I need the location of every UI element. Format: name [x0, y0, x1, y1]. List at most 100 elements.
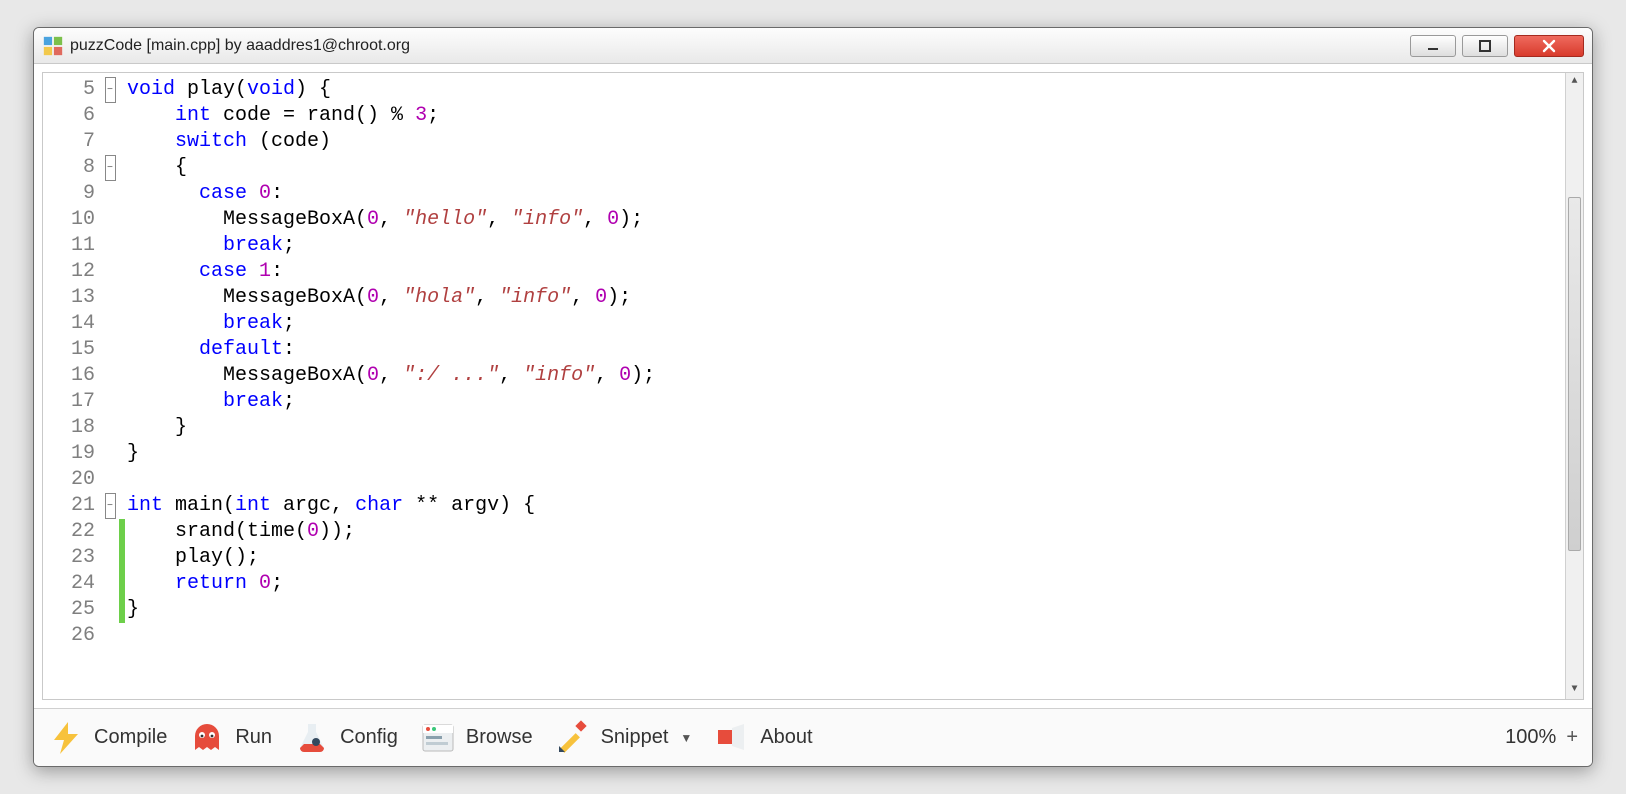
line-number: 10 — [43, 207, 95, 233]
fold-cell — [101, 337, 119, 363]
line-number: 17 — [43, 389, 95, 415]
browse-button[interactable]: Browse — [420, 720, 533, 756]
line-number: 15 — [43, 337, 95, 363]
about-label: About — [760, 726, 812, 749]
scroll-thumb[interactable] — [1568, 197, 1581, 551]
maximize-button[interactable] — [1462, 35, 1508, 57]
vertical-scrollbar[interactable]: ▲ ▼ — [1565, 73, 1583, 699]
fold-cell — [101, 519, 119, 545]
fold-cell — [101, 389, 119, 415]
app-window: puzzCode [main.cpp] by aaaddres1@chroot.… — [33, 27, 1593, 767]
fold-cell — [101, 285, 119, 311]
scroll-down-button[interactable]: ▼ — [1566, 681, 1583, 699]
window-controls — [1410, 35, 1584, 57]
fold-toggle-icon[interactable]: − — [105, 155, 116, 181]
fold-toggle-icon[interactable]: − — [105, 493, 116, 519]
line-number: 9 — [43, 181, 95, 207]
code-line[interactable]: MessageBoxA(0, "hello", "info", 0); — [127, 207, 1583, 233]
fold-cell[interactable]: − — [101, 77, 119, 103]
fold-cell — [101, 545, 119, 571]
code-line[interactable]: play(); — [127, 545, 1583, 571]
code-line[interactable]: int main(int argc, char ** argv) { — [127, 493, 1583, 519]
line-number: 13 — [43, 285, 95, 311]
run-button[interactable]: Run — [189, 720, 272, 756]
line-number: 7 — [43, 129, 95, 155]
line-number: 11 — [43, 233, 95, 259]
close-button[interactable] — [1514, 35, 1584, 57]
line-number: 21 — [43, 493, 95, 519]
code-line[interactable]: int code = rand() % 3; — [127, 103, 1583, 129]
code-line[interactable]: break; — [127, 389, 1583, 415]
code-line[interactable]: } — [127, 441, 1583, 467]
fold-cell — [101, 415, 119, 441]
scroll-track[interactable] — [1566, 91, 1583, 681]
line-number: 16 — [43, 363, 95, 389]
line-number: 14 — [43, 311, 95, 337]
code-line[interactable]: void play(void) { — [127, 77, 1583, 103]
titlebar: puzzCode [main.cpp] by aaaddres1@chroot.… — [34, 28, 1592, 64]
scroll-up-button[interactable]: ▲ — [1566, 73, 1583, 91]
window-title: puzzCode [main.cpp] by aaaddres1@chroot.… — [70, 37, 410, 55]
fold-cell — [101, 233, 119, 259]
code-line[interactable]: return 0; — [127, 571, 1583, 597]
lightning-icon — [48, 720, 84, 756]
code-line[interactable]: } — [127, 415, 1583, 441]
fold-cell[interactable]: − — [101, 493, 119, 519]
flask-icon — [294, 720, 330, 756]
about-button[interactable]: About — [714, 720, 812, 756]
snippet-label: Snippet — [601, 726, 669, 749]
pencil-icon — [555, 720, 591, 756]
app-icon — [42, 35, 64, 57]
zoom-level[interactable]: 100% — [1505, 726, 1556, 749]
megaphone-icon — [714, 720, 750, 756]
code-line[interactable]: case 1: — [127, 259, 1583, 285]
compile-button[interactable]: Compile — [48, 720, 167, 756]
code-line[interactable]: MessageBoxA(0, ":/ ...", "info", 0); — [127, 363, 1583, 389]
line-number-gutter: 567891011121314151617181920212223242526 — [43, 73, 101, 699]
code-line[interactable]: break; — [127, 233, 1583, 259]
code-area[interactable]: void play(void) { int code = rand() % 3;… — [125, 73, 1583, 699]
line-number: 8 — [43, 155, 95, 181]
line-number: 26 — [43, 623, 95, 649]
line-number: 22 — [43, 519, 95, 545]
minimize-button[interactable] — [1410, 35, 1456, 57]
code-line[interactable] — [127, 467, 1583, 493]
config-label: Config — [340, 726, 398, 749]
fold-cell — [101, 259, 119, 285]
window-icon — [420, 720, 456, 756]
code-line[interactable]: switch (code) — [127, 129, 1583, 155]
code-line[interactable]: srand(time(0)); — [127, 519, 1583, 545]
code-line[interactable]: default: — [127, 337, 1583, 363]
code-line[interactable]: break; — [127, 311, 1583, 337]
line-number: 25 — [43, 597, 95, 623]
fold-cell — [101, 441, 119, 467]
fold-cell — [101, 181, 119, 207]
fold-cell — [101, 103, 119, 129]
fold-cell — [101, 311, 119, 337]
toolbar: Compile Run Config Browse Snippet ▼ — [34, 708, 1592, 766]
code-line[interactable]: case 0: — [127, 181, 1583, 207]
line-number: 18 — [43, 415, 95, 441]
ghost-icon — [189, 720, 225, 756]
fold-column[interactable]: − − − — [101, 73, 119, 699]
line-number: 19 — [43, 441, 95, 467]
code-line[interactable]: { — [127, 155, 1583, 181]
code-line[interactable] — [127, 623, 1583, 649]
zoom-in-button[interactable]: + — [1566, 726, 1578, 749]
code-editor[interactable]: 567891011121314151617181920212223242526 … — [42, 72, 1584, 700]
line-number: 6 — [43, 103, 95, 129]
fold-cell — [101, 363, 119, 389]
fold-toggle-icon[interactable]: − — [105, 77, 116, 103]
config-button[interactable]: Config — [294, 720, 398, 756]
line-number: 12 — [43, 259, 95, 285]
browse-label: Browse — [466, 726, 533, 749]
snippet-button[interactable]: Snippet ▼ — [555, 720, 693, 756]
line-number: 5 — [43, 77, 95, 103]
fold-cell — [101, 129, 119, 155]
code-line[interactable]: MessageBoxA(0, "hola", "info", 0); — [127, 285, 1583, 311]
fold-cell — [101, 597, 119, 623]
code-line[interactable]: } — [127, 597, 1583, 623]
fold-cell — [101, 571, 119, 597]
fold-cell[interactable]: − — [101, 155, 119, 181]
fold-cell — [101, 467, 119, 493]
